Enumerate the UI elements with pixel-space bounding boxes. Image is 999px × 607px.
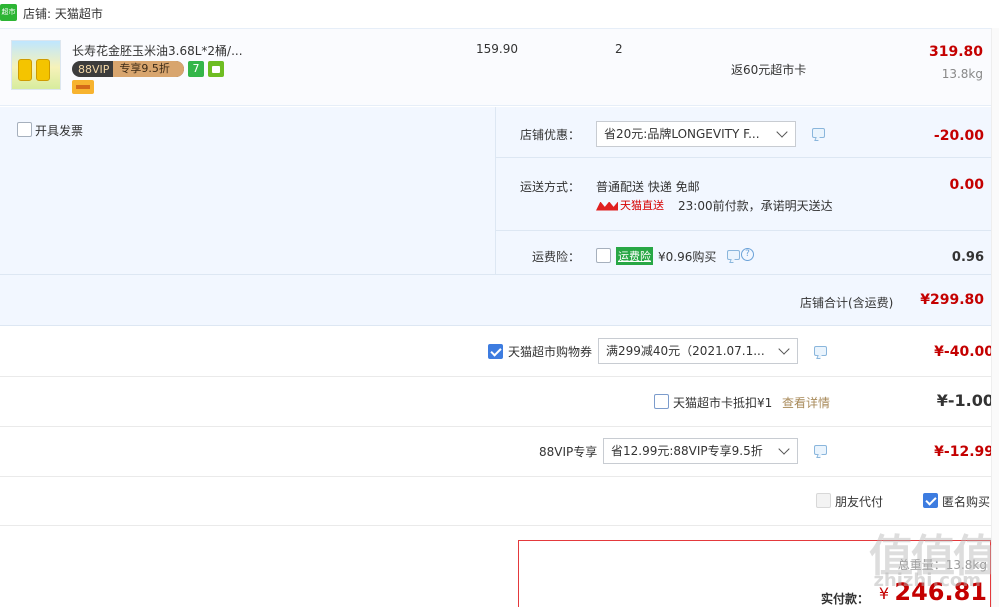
seven-day-return-icon: 7 [188, 61, 204, 77]
shop-total-amount: ¥299.80 [920, 292, 984, 308]
vip88-label: 88VIP专享 [539, 445, 598, 459]
insurance-amount: 0.96 [951, 250, 984, 265]
product-can-image [18, 59, 32, 81]
friend-pay-checkbox[interactable] [816, 493, 831, 508]
vip-discount-text: 专享9.5折 [113, 61, 184, 77]
delivery-promise: 23:00前付款，承诺明天送达 [678, 199, 833, 213]
product-can-image [36, 59, 50, 81]
card-details-link[interactable]: 查看详情 [782, 394, 830, 411]
invoice-label: 开具发票 [35, 124, 84, 138]
divider [0, 274, 991, 275]
shipping-amount: 0.00 [949, 177, 984, 193]
chevron-down-icon [778, 443, 790, 455]
divider [0, 476, 991, 477]
shop-discount-value: 省20元:品牌LONGEVITY F... [604, 127, 760, 141]
chevron-down-icon [778, 343, 790, 355]
chevron-down-icon [776, 126, 788, 138]
tmall-icon [596, 201, 618, 211]
shop-discount-select[interactable]: 省20元:品牌LONGEVITY F... [596, 121, 796, 147]
product-thumbnail[interactable] [11, 40, 61, 90]
message-icon[interactable] [814, 346, 827, 356]
vip88-select[interactable]: 省12.99元:88VIP专享9.5折 [603, 438, 798, 464]
divider [0, 525, 991, 526]
pay-label: 实付款： [820, 592, 869, 606]
tmall-direct-logo: 天猫直送 [596, 197, 664, 213]
divider [0, 376, 991, 377]
invoice-checkbox[interactable] [17, 122, 32, 137]
card-deduct-checkbox[interactable] [654, 394, 669, 409]
gift-icon [208, 61, 224, 77]
vip-discount-badge: 88VIP 专享9.5折 [72, 61, 184, 77]
insurance-label: 运费险： [532, 250, 581, 264]
divider [0, 426, 991, 427]
vip88-value: 省12.99元:88VIP专享9.5折 [611, 444, 763, 458]
watermark-site: zhizhi.com [873, 570, 981, 591]
card-deduct-amount: ¥-1.00 [936, 391, 994, 410]
shop-discount-amount: -20.00 [933, 128, 984, 144]
message-icon[interactable] [727, 250, 740, 260]
insurance-badge: 运费险 [616, 247, 653, 265]
shipping-method: 普通配送 快递 免邮 [596, 180, 700, 194]
vip88-amount: ¥-12.99 [934, 444, 994, 460]
shop-discount-label: 店铺优惠： [520, 128, 581, 142]
scrollbar[interactable] [991, 28, 999, 607]
product-title[interactable]: 长寿花金胚玉米油3.68L*2桶/... [72, 42, 243, 59]
coupon-label: 天猫超市购物券 [508, 345, 593, 359]
friend-pay-label: 朋友代付 [835, 495, 884, 509]
tmall-direct-text: 天猫直送 [620, 199, 664, 212]
divider [496, 230, 991, 231]
shop-name[interactable]: 店铺: 天猫超市 [23, 5, 103, 22]
message-icon[interactable] [814, 445, 827, 455]
message-icon[interactable] [812, 128, 825, 138]
insurance-price: ¥0.96购买 [658, 250, 717, 264]
product-weight: 13.8kg [941, 67, 983, 81]
shipping-label: 运送方式： [520, 180, 581, 194]
coupon-amount: ¥-40.00 [934, 344, 994, 360]
coupon-value: 满299减40元（2021.07.1... [606, 344, 765, 358]
divider [496, 157, 991, 158]
cashback-text: 返60元超市卡 [731, 63, 807, 77]
unit-price: 159.90 [476, 42, 518, 56]
card-icon [72, 80, 94, 94]
quantity: 2 [615, 42, 623, 56]
anonymous-label: 匿名购买 [942, 495, 991, 509]
anonymous-checkbox[interactable] [923, 493, 938, 508]
divider [495, 107, 496, 274]
coupon-select[interactable]: 满299减40元（2021.07.1... [598, 338, 798, 364]
shop-total-label: 店铺合计(含运费) [800, 296, 894, 310]
help-icon[interactable]: ? [741, 248, 754, 261]
insurance-checkbox[interactable] [596, 248, 611, 263]
card-deduct-label: 天猫超市卡抵扣¥1 [673, 396, 773, 410]
coupon-checkbox[interactable] [488, 344, 503, 359]
shop-logo: 超市 [0, 4, 17, 21]
vip-label: 88VIP [78, 62, 110, 76]
line-total: 319.80 [928, 44, 983, 60]
